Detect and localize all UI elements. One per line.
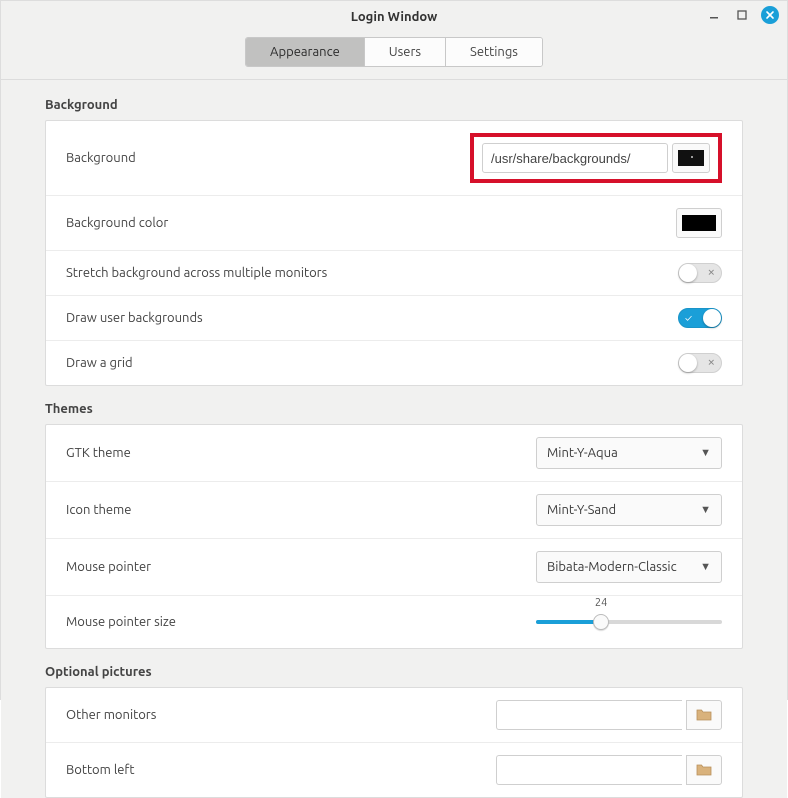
background-preview-button[interactable] <box>672 143 710 173</box>
label-other-monitors: Other monitors <box>66 708 156 722</box>
panel-optional: Other monitors Bottom left <box>45 687 743 798</box>
chevron-down-icon: ▼ <box>700 504 711 516</box>
minimize-button[interactable] <box>705 6 723 24</box>
combo-value: Bibata-Modern-Classic <box>547 560 677 574</box>
label-draw-grid: Draw a grid <box>66 356 133 370</box>
combo-icon-theme[interactable]: Mint-Y-Sand ▼ <box>536 494 722 526</box>
color-swatch <box>682 215 716 231</box>
tabbar: Appearance Users Settings <box>1 33 787 80</box>
slider-track <box>536 620 722 624</box>
row-draw-grid: Draw a grid ✕ <box>46 341 742 385</box>
toggle-stretch[interactable]: ✕ <box>678 263 722 283</box>
tab-settings[interactable]: Settings <box>446 38 542 66</box>
folder-icon <box>696 763 712 777</box>
row-draw-user-bg: Draw user backgrounds ✓ <box>46 296 742 341</box>
combo-value: Mint-Y-Sand <box>547 503 616 517</box>
label-background: Background <box>66 151 136 165</box>
label-bottom-left: Bottom left <box>66 763 135 777</box>
label-cursor-size: Mouse pointer size <box>66 615 176 629</box>
background-highlight <box>470 133 722 183</box>
section-title-optional: Optional pictures <box>45 665 743 679</box>
window-controls <box>705 6 779 24</box>
panel-background: Background Background color Stretch back… <box>45 120 743 386</box>
tab-appearance[interactable]: Appearance <box>246 38 365 66</box>
panel-themes: GTK theme Mint-Y-Aqua ▼ Icon theme Mint-… <box>45 424 743 649</box>
combo-gtk-theme[interactable]: Mint-Y-Aqua ▼ <box>536 437 722 469</box>
bottom-left-browse-button[interactable] <box>686 755 722 785</box>
row-bottom-left: Bottom left <box>46 743 742 797</box>
titlebar: Login Window <box>1 1 787 33</box>
toggle-draw-user-bg[interactable]: ✓ <box>678 308 722 328</box>
slider-value-label: 24 <box>595 597 607 609</box>
label-gtk-theme: GTK theme <box>66 446 131 460</box>
toggle-off-icon: ✕ <box>707 358 715 369</box>
other-monitors-input[interactable] <box>496 700 682 730</box>
slider-thumb[interactable] <box>593 614 609 630</box>
toggle-off-icon: ✕ <box>707 268 715 279</box>
row-icon-theme: Icon theme Mint-Y-Sand ▼ <box>46 482 742 539</box>
row-other-monitors: Other monitors <box>46 688 742 743</box>
bottom-left-input[interactable] <box>496 755 682 785</box>
close-button[interactable] <box>761 6 779 24</box>
section-title-themes: Themes <box>45 402 743 416</box>
label-stretch: Stretch background across multiple monit… <box>66 266 327 280</box>
row-mouse-pointer: Mouse pointer Bibata-Modern-Classic ▼ <box>46 539 742 596</box>
background-thumbnail-icon <box>678 150 704 166</box>
section-title-background: Background <box>45 98 743 112</box>
other-monitors-browse-button[interactable] <box>686 700 722 730</box>
maximize-button[interactable] <box>733 6 751 24</box>
chevron-down-icon: ▼ <box>700 447 711 459</box>
window-title: Login Window <box>351 10 438 24</box>
row-cursor-size: Mouse pointer size 24 <box>46 596 742 648</box>
row-stretch: Stretch background across multiple monit… <box>46 251 742 296</box>
toggle-on-icon: ✓ <box>685 313 692 324</box>
folder-icon <box>696 708 712 722</box>
chevron-down-icon: ▼ <box>700 561 711 573</box>
label-mouse-pointer: Mouse pointer <box>66 560 151 574</box>
background-color-button[interactable] <box>676 208 722 238</box>
row-background-color: Background color <box>46 196 742 251</box>
background-path-input[interactable] <box>482 143 668 173</box>
cursor-size-slider[interactable]: 24 <box>536 608 722 636</box>
label-background-color: Background color <box>66 216 168 230</box>
combo-value: Mint-Y-Aqua <box>547 446 618 460</box>
toggle-draw-grid[interactable]: ✕ <box>678 353 722 373</box>
tab-users[interactable]: Users <box>365 38 446 66</box>
label-icon-theme: Icon theme <box>66 503 131 517</box>
label-draw-user-bg: Draw user backgrounds <box>66 311 203 325</box>
combo-mouse-pointer[interactable]: Bibata-Modern-Classic ▼ <box>536 551 722 583</box>
row-background: Background <box>46 121 742 196</box>
row-gtk-theme: GTK theme Mint-Y-Aqua ▼ <box>46 425 742 482</box>
